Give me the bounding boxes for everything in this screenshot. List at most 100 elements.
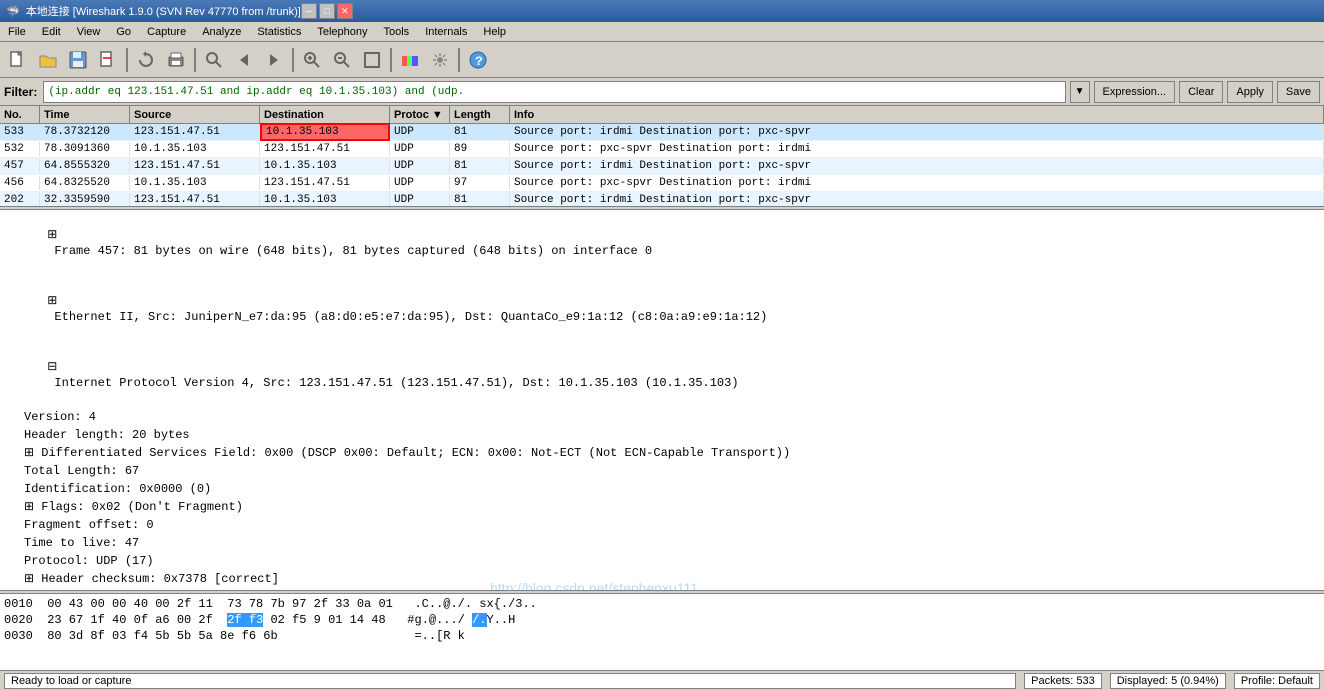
menu-tools[interactable]: Tools xyxy=(376,22,418,41)
packet-dst: 10.1.35.103 xyxy=(260,123,390,141)
hex-highlight: 2f f3 xyxy=(227,613,263,627)
detail-checksum[interactable]: ⊞ Header checksum: 0x7378 [correct] xyxy=(0,570,1324,588)
packet-row[interactable]: 533 78.3732120 123.151.47.51 10.1.35.103… xyxy=(0,124,1324,141)
packet-time: 64.8555320 xyxy=(40,159,130,173)
clear-button[interactable]: Clear xyxy=(1179,81,1223,103)
packet-len: 81 xyxy=(450,193,510,206)
zoom-out-button[interactable] xyxy=(328,46,356,74)
apply-button[interactable]: Apply xyxy=(1227,81,1273,103)
save-button[interactable] xyxy=(64,46,92,74)
normal-size-button[interactable] xyxy=(358,46,386,74)
menu-edit[interactable]: Edit xyxy=(34,22,69,41)
filter-dropdown-button[interactable]: ▼ xyxy=(1070,81,1090,103)
detail-protocol: Protocol: UDP (17) xyxy=(0,552,1324,570)
packet-time: 78.3091360 xyxy=(40,142,130,156)
col-header-no: No. xyxy=(0,106,40,123)
expand-icon: ⊞ xyxy=(24,572,34,586)
minimize-button[interactable]: ─ xyxy=(301,3,317,19)
packet-no: 457 xyxy=(0,159,40,173)
detail-hdrlen: Header length: 20 bytes xyxy=(0,426,1324,444)
menu-go[interactable]: Go xyxy=(108,22,139,41)
packet-proto: UDP xyxy=(390,125,450,139)
hex-row: 0020 23 67 1f 40 0f a6 00 2f 2f f3 02 f5… xyxy=(4,612,1320,628)
main-container: No. Time Source Destination Protoc ▼ Len… xyxy=(0,106,1324,670)
filter-input[interactable] xyxy=(43,81,1065,103)
packet-info: Source port: irdmi Destination port: pxc… xyxy=(510,159,1324,173)
zoom-in-button[interactable] xyxy=(298,46,326,74)
packet-no: 456 xyxy=(0,176,40,190)
close-button[interactable]: ✕ xyxy=(337,3,353,19)
hex-highlight-ascii: /. xyxy=(472,613,486,627)
packet-time: 78.3732120 xyxy=(40,125,130,139)
col-header-src: Source xyxy=(130,106,260,123)
packet-no: 533 xyxy=(0,125,40,139)
col-header-len: Length xyxy=(450,106,510,123)
packet-src: 10.1.35.103 xyxy=(130,142,260,156)
packet-src: 123.151.47.51 xyxy=(130,193,260,206)
packet-row[interactable]: 456 64.8325520 10.1.35.103 123.151.47.51… xyxy=(0,175,1324,192)
toolbar-separator-1 xyxy=(126,48,128,72)
packet-time: 32.3359590 xyxy=(40,193,130,206)
toolbar: ? xyxy=(0,42,1324,78)
detail-ip-text: Internet Protocol Version 4, Src: 123.15… xyxy=(47,376,738,390)
menu-capture[interactable]: Capture xyxy=(139,22,194,41)
help-button[interactable]: ? xyxy=(464,46,492,74)
packet-proto: UDP xyxy=(390,142,450,156)
detail-src-ip: Source: 123.151.47.51 (123.151.47.51) xyxy=(0,588,1324,590)
status-ready: Ready to load or capture xyxy=(4,673,1016,689)
expression-button[interactable]: Expression... xyxy=(1094,81,1176,103)
window-controls: ─ □ ✕ xyxy=(301,3,353,19)
print-button[interactable] xyxy=(162,46,190,74)
menu-view[interactable]: View xyxy=(69,22,109,41)
menu-help[interactable]: Help xyxy=(475,22,514,41)
detail-dsfield[interactable]: ⊞ Differentiated Services Field: 0x00 (D… xyxy=(0,444,1324,462)
packet-dst: 123.151.47.51 xyxy=(260,176,390,190)
toolbar-separator-3 xyxy=(292,48,294,72)
open-button[interactable] xyxy=(34,46,62,74)
packet-row[interactable]: 532 78.3091360 10.1.35.103 123.151.47.51… xyxy=(0,141,1324,158)
packet-len: 81 xyxy=(450,159,510,173)
detail-flags[interactable]: ⊞ Flags: 0x02 (Don't Fragment) xyxy=(0,498,1324,516)
color-button[interactable] xyxy=(396,46,424,74)
status-displayed: Displayed: 5 (0.94%) xyxy=(1110,673,1226,689)
filter-label: Filter: xyxy=(4,85,37,99)
toolbar-separator-4 xyxy=(390,48,392,72)
detail-frame[interactable]: ⊞ Frame 457: 81 bytes on wire (648 bits)… xyxy=(0,210,1324,276)
col-header-proto: Protoc ▼ xyxy=(390,106,450,123)
packet-row[interactable]: 202 32.3359590 123.151.47.51 10.1.35.103… xyxy=(0,192,1324,206)
detail-ip[interactable]: ⊟ Internet Protocol Version 4, Src: 123.… xyxy=(0,342,1324,408)
packet-info: Source port: irdmi Destination port: pxc… xyxy=(510,125,1324,139)
maximize-button[interactable]: □ xyxy=(319,3,335,19)
preferences-button[interactable] xyxy=(426,46,454,74)
menu-statistics[interactable]: Statistics xyxy=(249,22,309,41)
menu-analyze[interactable]: Analyze xyxy=(194,22,249,41)
status-profile: Profile: Default xyxy=(1234,673,1320,689)
detail-version: Version: 4 xyxy=(0,408,1324,426)
detail-ethernet[interactable]: ⊞ Ethernet II, Src: JuniperN_e7:da:95 (a… xyxy=(0,276,1324,342)
packet-len: 97 xyxy=(450,176,510,190)
menu-telephony[interactable]: Telephony xyxy=(309,22,375,41)
reload-button[interactable] xyxy=(132,46,160,74)
close-capture-button[interactable] xyxy=(94,46,122,74)
detail-identification: Identification: 0x0000 (0) xyxy=(0,480,1324,498)
status-bar: Ready to load or capture Packets: 533 Di… xyxy=(0,670,1324,690)
packet-list-container: No. Time Source Destination Protoc ▼ Len… xyxy=(0,106,1324,206)
col-header-info: Info xyxy=(510,106,1324,123)
col-header-dst: Destination xyxy=(260,106,390,123)
new-capture-button[interactable] xyxy=(4,46,32,74)
menu-internals[interactable]: Internals xyxy=(417,22,475,41)
menu-bar: File Edit View Go Capture Analyze Statis… xyxy=(0,22,1324,42)
prev-button[interactable] xyxy=(230,46,258,74)
save-filter-button[interactable]: Save xyxy=(1277,81,1320,103)
packet-proto: UDP xyxy=(390,159,450,173)
find-button[interactable] xyxy=(200,46,228,74)
next-button[interactable] xyxy=(260,46,288,74)
col-header-time: Time xyxy=(40,106,130,123)
packet-row[interactable]: 457 64.8555320 123.151.47.51 10.1.35.103… xyxy=(0,158,1324,175)
packet-time: 64.8325520 xyxy=(40,176,130,190)
menu-file[interactable]: File xyxy=(0,22,34,41)
hex-pane: 0010 00 43 00 00 40 00 2f 11 73 78 7b 97… xyxy=(0,594,1324,670)
packet-src: 123.151.47.51 xyxy=(130,159,260,173)
hex-row: 0030 80 3d 8f 03 f4 5b 5b 5a 8e f6 6b =.… xyxy=(4,628,1320,644)
title-text: 本地连接 [Wireshark 1.9.0 (SVN Rev 47770 fro… xyxy=(26,3,301,19)
